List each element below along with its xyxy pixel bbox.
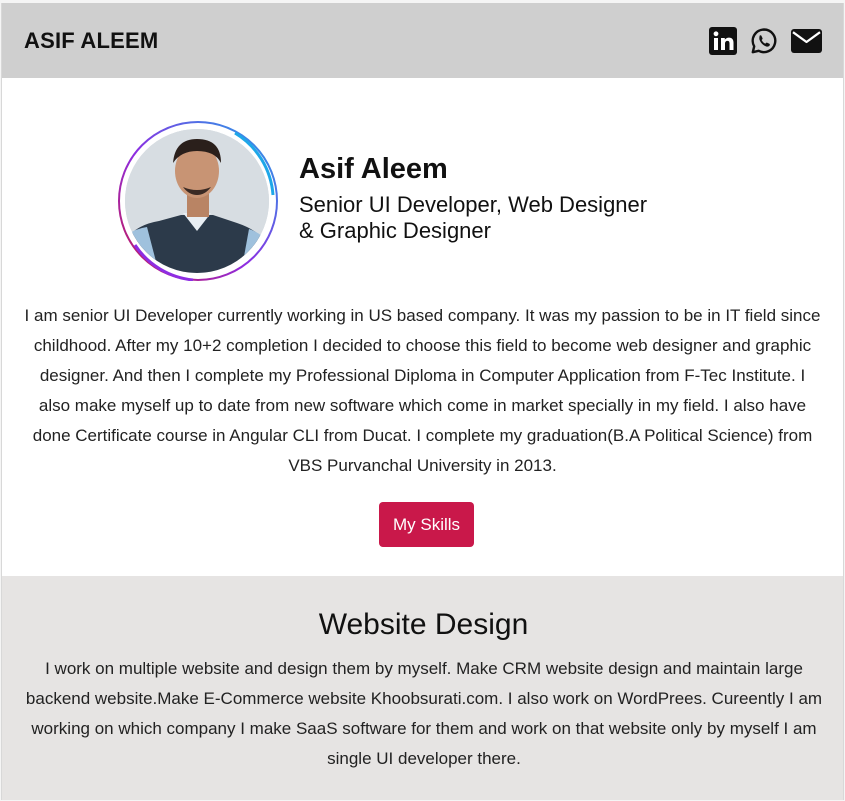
- page: ASIF ALEEM Asif Aleem Senior UI Develope…: [1, 3, 844, 800]
- social-links: [709, 26, 822, 55]
- website-design-title: Website Design: [318, 608, 529, 641]
- whatsapp-icon[interactable]: [750, 27, 778, 55]
- profile-name: Asif Aleem: [299, 153, 448, 185]
- top-header: ASIF ALEEM: [2, 3, 843, 78]
- profile-role-line-2: & Graphic Designer: [299, 218, 491, 243]
- linkedin-icon[interactable]: [709, 26, 737, 55]
- identity-block: Asif Aleem Senior UI Developer, Web Desi…: [299, 152, 679, 244]
- my-skills-button[interactable]: My Skills: [379, 502, 474, 547]
- profile-role-line-1: Senior UI Developer, Web Designer: [299, 192, 648, 217]
- avatar-photo: [125, 129, 269, 273]
- website-design-section: Website Design I work on multiple websit…: [2, 576, 843, 800]
- brand-title: ASIF ALEEM: [24, 27, 159, 53]
- profile-bio: I am senior UI Developer currently worki…: [24, 306, 821, 475]
- avatar: [115, 115, 281, 281]
- website-design-text: I work on multiple website and design th…: [25, 659, 823, 768]
- profile-role: Senior UI Developer, Web Designer & Grap…: [299, 192, 679, 244]
- email-icon[interactable]: [791, 28, 822, 53]
- profile-section: Asif Aleem Senior UI Developer, Web Desi…: [2, 78, 843, 281]
